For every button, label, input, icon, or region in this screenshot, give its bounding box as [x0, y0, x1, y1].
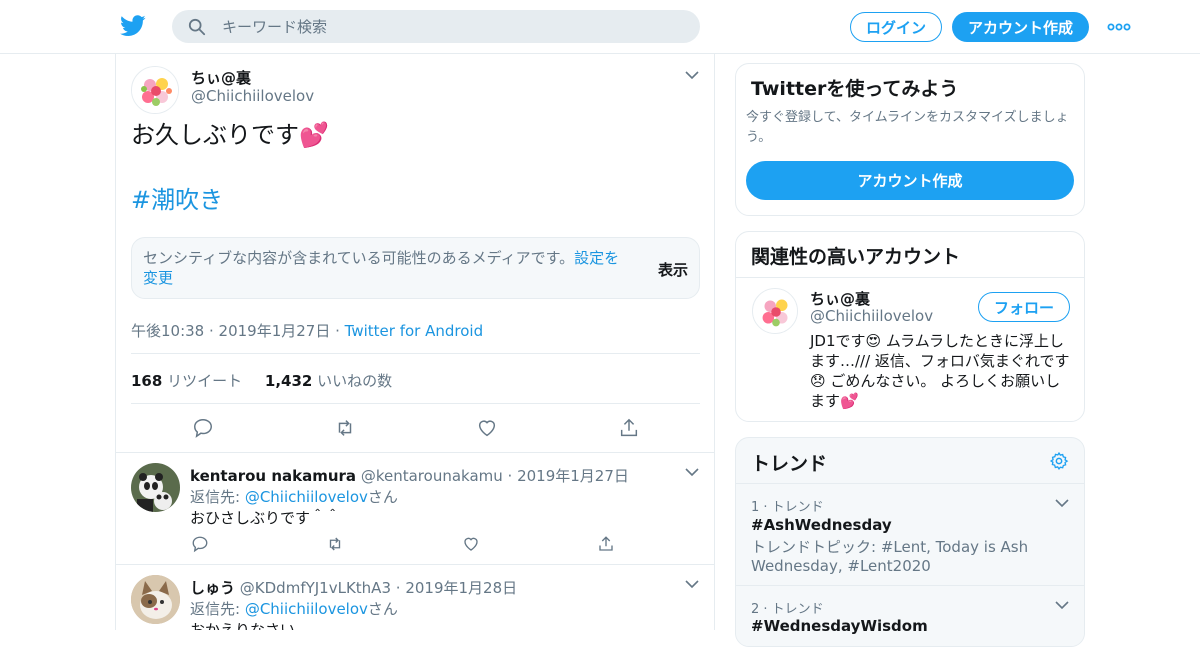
reply-to-suffix: さん	[367, 600, 398, 618]
sensitive-media-text: センシティブな内容が含まれている可能性のあるメディアです。設定を変更	[143, 248, 633, 288]
reply-text: おかえりなさい	[190, 621, 296, 630]
search-input[interactable]	[222, 10, 682, 43]
signup-card-title: Twitterを使ってみよう	[751, 78, 959, 100]
chevron-down-icon[interactable]	[685, 467, 699, 477]
reply-to-mention[interactable]: @Chiichiilovelov	[245, 488, 368, 506]
hashtag-link[interactable]: #潮吹き	[131, 180, 223, 215]
share-icon[interactable]	[597, 535, 615, 553]
avatar[interactable]	[131, 575, 180, 624]
tweet-author-handle[interactable]: @Chiichiilovelov	[191, 87, 314, 105]
reply-header: しゅう @KDdmfYJ1vLKthA3 · 2019年1月28日	[190, 577, 517, 598]
show-media-button[interactable]: 表示	[658, 259, 688, 280]
retweet-icon[interactable]	[334, 417, 356, 439]
tweet-stats: 168 リツイート 1,432 いいねの数	[131, 370, 392, 391]
reply-tweet[interactable]: しゅう @KDdmfYJ1vLKthA3 · 2019年1月28日 返信先: @…	[116, 564, 714, 630]
signup-button[interactable]: アカウント作成	[952, 12, 1089, 42]
signup-card-button[interactable]: アカウント作成	[746, 161, 1074, 200]
chevron-down-icon[interactable]	[1055, 498, 1069, 508]
reply-tweet[interactable]: kentarou nakamura @kentarounakamu · 2019…	[116, 452, 714, 564]
related-accounts-card: 関連性の高いアカウント ちぃ@裏 @Chiichiilovelov フォロー J…	[735, 231, 1085, 422]
trend-item[interactable]: 2 · トレンド #WednesdayWisdom	[736, 586, 1084, 646]
avatar[interactable]	[131, 66, 179, 114]
search-icon	[188, 18, 206, 36]
gear-icon[interactable]	[1049, 451, 1069, 471]
trend-hashtag[interactable]: #WednesdayWisdom	[751, 617, 928, 635]
main-timeline: ちぃ@裏 @Chiichiilovelov お久しぶりです💕 #潮吹き センシテ…	[115, 54, 715, 630]
retweet-icon[interactable]	[326, 535, 344, 553]
trends-title: トレンド	[751, 453, 828, 475]
chevron-down-icon[interactable]	[685, 70, 699, 80]
search-box[interactable]	[172, 10, 700, 43]
more-options-icon[interactable]	[1107, 22, 1131, 32]
signup-card-description: 今すぐ登録して、タイムラインをカスタマイズしましょう。	[746, 110, 1069, 145]
reply-author-handle[interactable]: @kentarounakamu	[361, 467, 503, 485]
reply-to-mention[interactable]: @Chiichiilovelov	[245, 600, 368, 618]
trend-topic: トレンドトピック: #Lent, Today is Ash Wednesday,…	[751, 538, 1029, 575]
reply-to-prefix: 返信先:	[190, 488, 245, 506]
divider	[131, 403, 700, 404]
avatar[interactable]	[131, 463, 180, 512]
flower-avatar-image	[753, 289, 797, 333]
like-heart-icon[interactable]	[462, 535, 480, 553]
reply-context: 返信先: @Chiichiilovelovさん	[190, 598, 398, 619]
follow-button[interactable]: フォロー	[978, 292, 1070, 322]
login-button[interactable]: ログイン	[850, 12, 942, 42]
retweet-count-value: 168	[131, 372, 163, 390]
sensitive-media-notice: センシティブな内容が含まれている可能性のあるメディアです。設定を変更 表示	[131, 237, 700, 299]
reply-to-suffix: さん	[367, 488, 398, 506]
related-card-title: 関連性の高いアカウント	[751, 246, 961, 268]
related-account-handle[interactable]: @Chiichiilovelov	[810, 307, 933, 325]
tweet-source-link[interactable]: Twitter for Android	[345, 322, 483, 340]
chevron-down-icon[interactable]	[685, 579, 699, 589]
tweet-author-name[interactable]: ちぃ@裏	[191, 67, 251, 88]
retweet-count-label: リツイート	[167, 372, 243, 390]
trend-hashtag[interactable]: #AshWednesday	[751, 516, 892, 534]
reply-header: kentarou nakamura @kentarounakamu · 2019…	[190, 465, 629, 486]
trend-item[interactable]: 1 · トレンド #AshWednesday トレンドトピック: #Lent, …	[736, 484, 1084, 585]
like-count[interactable]: 1,432 いいねの数	[265, 372, 392, 390]
related-account-name[interactable]: ちぃ@裏	[810, 288, 870, 309]
share-icon[interactable]	[618, 417, 640, 439]
reply-date[interactable]: · 2019年1月27日	[508, 467, 629, 485]
reply-author-name[interactable]: しゅう	[190, 579, 235, 597]
trends-card: トレンド 1 · トレンド #AshWednesday トレンドトピック: #L…	[735, 437, 1085, 647]
like-count-label: いいねの数	[317, 372, 393, 390]
trend-rank: 2 · トレンド	[751, 602, 824, 617]
reply-icon[interactable]	[192, 417, 214, 439]
related-account-bio: JD1です😍 ムラムラしたときに浮上します…/// 返信、フォロバ気まぐれです😞…	[810, 332, 1070, 410]
flower-avatar-image	[132, 67, 178, 113]
like-count-value: 1,432	[264, 372, 313, 390]
trend-rank: 1 · トレンド	[751, 500, 824, 515]
reply-icon[interactable]	[191, 535, 209, 553]
reply-text: おひさしぶりです＾＾	[190, 509, 341, 527]
tweet-timestamp[interactable]: 午後10:38 · 2019年1月27日 ·	[131, 322, 345, 340]
divider	[736, 277, 1084, 278]
tweet-metadata: 午後10:38 · 2019年1月27日 · Twitter for Andro…	[131, 320, 483, 341]
sensitive-message: センシティブな内容が含まれている可能性のあるメディアです。	[143, 249, 575, 267]
cat-avatar-image	[131, 575, 180, 624]
reply-context: 返信先: @Chiichiilovelovさん	[190, 486, 398, 507]
reply-date[interactable]: · 2019年1月28日	[396, 579, 517, 597]
like-heart-icon[interactable]	[476, 417, 498, 439]
chevron-down-icon[interactable]	[1055, 600, 1069, 610]
signup-card: Twitterを使ってみよう 今すぐ登録して、タイムラインをカスタマイズしましょ…	[735, 63, 1085, 216]
divider	[131, 353, 700, 354]
avatar[interactable]	[752, 288, 798, 334]
reply-to-prefix: 返信先:	[190, 600, 245, 618]
retweet-count[interactable]: 168 リツイート	[131, 372, 242, 390]
twitter-bird-icon[interactable]	[120, 14, 146, 38]
reply-author-handle[interactable]: @KDdmfYJ1vLKthA3	[240, 579, 391, 597]
reply-author-name[interactable]: kentarou nakamura	[190, 467, 356, 485]
top-navigation-bar: ログイン アカウント作成	[0, 0, 1200, 54]
panda-avatar-image	[131, 463, 180, 512]
tweet-text: お久しぶりです💕	[131, 121, 329, 149]
